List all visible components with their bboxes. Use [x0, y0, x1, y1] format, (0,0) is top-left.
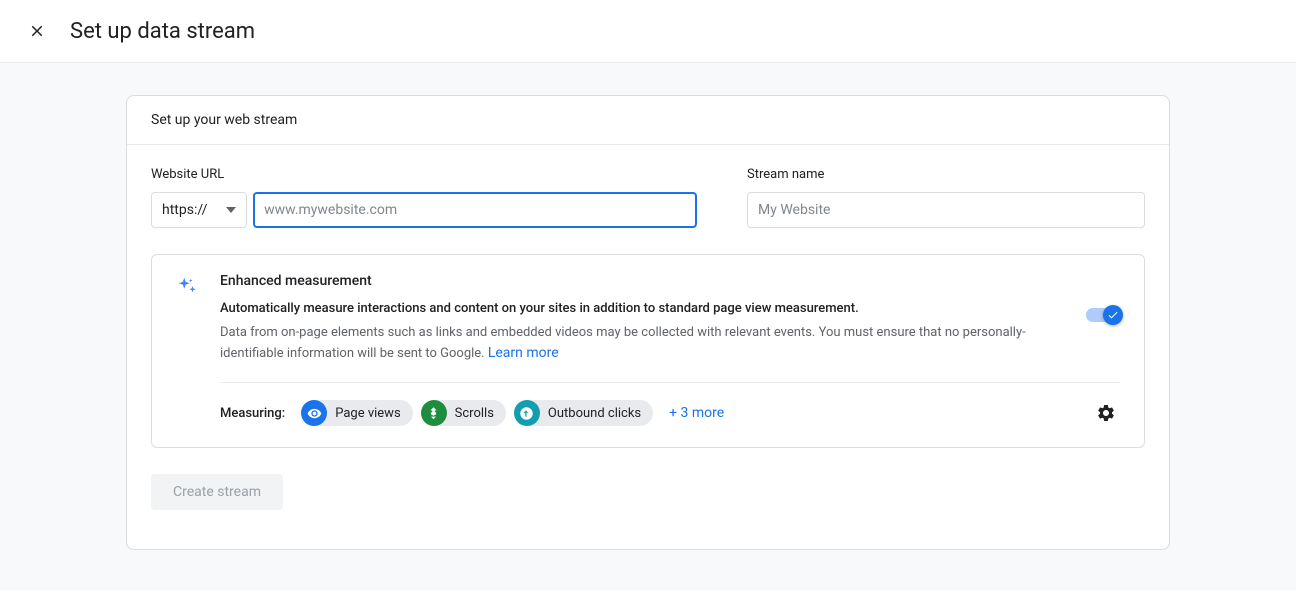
close-button[interactable] — [28, 18, 56, 44]
stream-name-input[interactable] — [747, 192, 1145, 228]
outbound-icon — [514, 400, 540, 426]
form-row: Website URL https:// Stream name — [151, 167, 1145, 228]
chip-outbound-clicks: Outbound clicks — [514, 400, 653, 426]
create-stream-button[interactable]: Create stream — [151, 474, 283, 510]
top-header: Set up data stream — [0, 0, 1296, 63]
learn-more-link[interactable]: Learn more — [488, 345, 559, 361]
enhanced-subtitle: Automatically measure interactions and c… — [220, 299, 1046, 319]
sparkle-icon — [176, 275, 198, 297]
chip-page-views: Page views — [301, 400, 412, 426]
card-header: Set up your web stream — [127, 96, 1169, 145]
divider — [220, 382, 1120, 383]
protocol-value: https:// — [162, 202, 207, 218]
page-body: Set up your web stream Website URL https… — [0, 63, 1296, 590]
check-icon — [1107, 309, 1119, 321]
protocol-select[interactable]: https:// — [151, 192, 247, 228]
more-chips-link[interactable]: + 3 more — [669, 405, 724, 421]
chip-scrolls: Scrolls — [421, 400, 506, 426]
stream-name-label: Stream name — [747, 167, 1145, 182]
website-url-label: Website URL — [151, 167, 697, 182]
chevron-down-icon — [226, 207, 236, 213]
website-url-input[interactable] — [253, 192, 697, 228]
scroll-icon — [421, 400, 447, 426]
chips-group: Page views Scrolls — [301, 400, 1076, 426]
enhanced-title: Enhanced measurement — [220, 273, 1046, 289]
enhanced-toggle[interactable] — [1086, 308, 1120, 322]
eye-icon — [301, 400, 327, 426]
enhanced-note: Data from on-page elements such as links… — [220, 323, 1046, 365]
enhanced-settings-button[interactable] — [1092, 399, 1120, 427]
gear-icon — [1096, 403, 1116, 423]
measuring-label: Measuring: — [220, 406, 285, 421]
stream-setup-card: Set up your web stream Website URL https… — [126, 95, 1170, 550]
page-title: Set up data stream — [70, 19, 255, 44]
close-icon — [28, 22, 46, 40]
enhanced-measurement-box: Enhanced measurement Automatically measu… — [151, 254, 1145, 448]
